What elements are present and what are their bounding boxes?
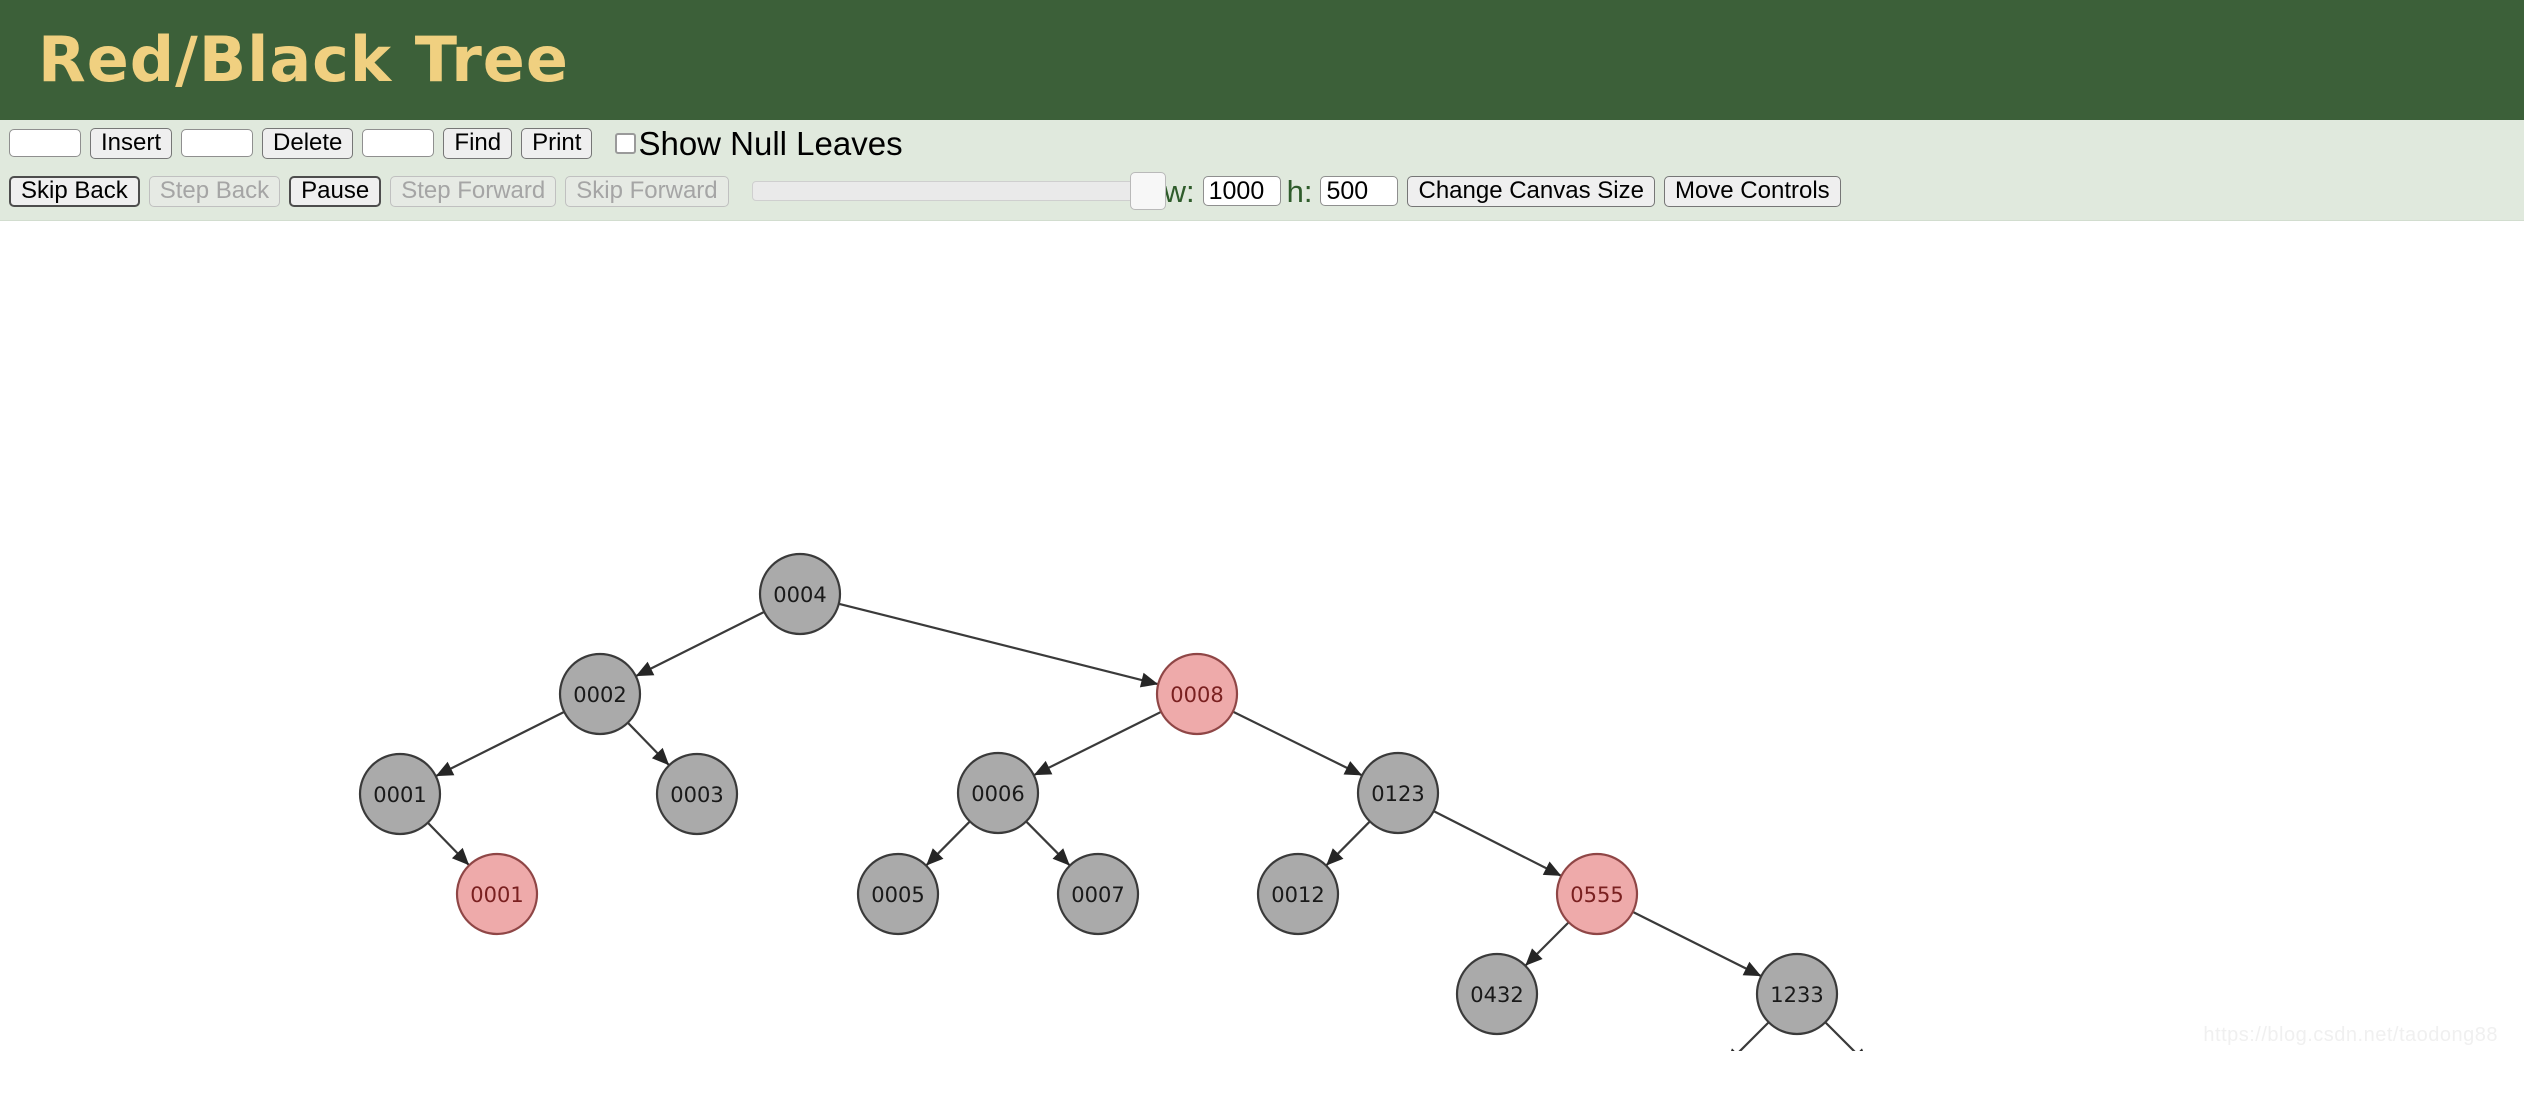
canvas-height-label: h: [1286, 173, 1313, 209]
tree-node[interactable]: 0001 [358, 752, 442, 836]
tree-node[interactable]: 0008 [1155, 652, 1239, 736]
tree-edge-layer [427, 602, 1864, 1051]
tree-edge-arrow-icon [1139, 672, 1159, 688]
controls-row-primary: Insert Delete Find Print Show Null Leave… [0, 120, 2524, 166]
tree-node-label: 0003 [670, 783, 723, 807]
tree-node-label: 0001 [373, 783, 426, 807]
tree-edge [838, 602, 1159, 686]
delete-button[interactable]: Delete [262, 127, 354, 159]
insert-input[interactable] [9, 129, 81, 157]
canvas-width-input[interactable] [1202, 176, 1281, 206]
show-null-leaves-checkbox[interactable] [615, 132, 637, 154]
change-canvas-size-button[interactable]: Change Canvas Size [1407, 175, 1655, 207]
tree-node-label: 0007 [1071, 883, 1124, 907]
skip-back-button[interactable]: Skip Back [9, 175, 140, 207]
watermark-text: https://blog.csdn.net/taodong88 [2203, 1024, 2498, 1046]
step-forward-button[interactable]: Step Forward [390, 175, 557, 207]
tree-node[interactable]: 0006 [956, 751, 1040, 835]
tree-canvas[interactable]: 0004 0002 0001 0001 0003 0008 0006 0005 0007 0123… [0, 221, 2524, 1051]
tree-edge [1033, 710, 1162, 777]
move-controls-button[interactable]: Move Controls [1663, 175, 1841, 207]
tree-node-layer: 0004 0002 0001 0001 0003 0008 0006 0005 0007 0123… [358, 552, 1839, 1036]
tree-node[interactable]: 1233 [1755, 952, 1839, 1036]
find-input[interactable] [362, 129, 435, 157]
tree-node-label: 0432 [1470, 983, 1523, 1007]
step-back-button[interactable]: Step Back [148, 175, 281, 207]
tree-node-label: 0008 [1170, 683, 1223, 707]
pause-button[interactable]: Pause [289, 175, 382, 207]
delete-input[interactable] [181, 129, 254, 157]
show-null-leaves-control[interactable]: Show Null Leaves [615, 124, 903, 162]
app-header: Red/Black Tree [0, 0, 2524, 120]
tree-edge [1632, 910, 1762, 978]
tree-node-label: 0123 [1371, 782, 1424, 806]
tree-node-label: 0004 [773, 583, 826, 607]
tree-edge [1824, 1021, 1856, 1051]
tree-node-label: 1233 [1770, 983, 1823, 1007]
tree-edge [1232, 710, 1363, 777]
tree-node[interactable]: 0012 [1256, 852, 1340, 936]
show-null-leaves-label: Show Null Leaves [638, 124, 903, 162]
tree-node[interactable]: 0003 [655, 752, 739, 836]
canvas-height-input[interactable] [1320, 176, 1399, 206]
tree-node[interactable]: 0001 [455, 852, 539, 936]
tree-node-label: 0002 [573, 683, 626, 707]
red-black-tree-diagram: 0004 0002 0001 0001 0003 0008 0006 0005 0007 0123… [358, 552, 1864, 1051]
tree-edge [635, 610, 765, 678]
canvas-width-label: w: [1163, 173, 1195, 209]
animation-speed-slider-thumb[interactable] [1129, 172, 1166, 210]
insert-button[interactable]: Insert [90, 127, 173, 159]
controls-panel: Insert Delete Find Print Show Null Leave… [0, 120, 2524, 377]
tree-node[interactable]: 0002 [558, 652, 642, 736]
controls-row-playback: Skip Back Step Back Pause Step Forward S… [0, 168, 2524, 214]
find-button[interactable]: Find [443, 127, 513, 159]
print-button[interactable]: Print [521, 127, 593, 159]
animation-speed-slider[interactable] [751, 172, 1166, 210]
tree-edge [1738, 1021, 1770, 1051]
tree-node[interactable]: 0123 [1356, 751, 1440, 835]
tree-edge [435, 710, 565, 778]
page-title: Red/Black Tree [38, 23, 569, 96]
tree-node[interactable]: 0005 [856, 852, 940, 936]
tree-node-label: 0001 [470, 883, 523, 907]
tree-node-label: 0005 [871, 883, 924, 907]
tree-node[interactable]: 0432 [1455, 952, 1539, 1036]
tree-node-label: 0006 [971, 782, 1024, 806]
tree-node[interactable]: 0004 [758, 552, 842, 636]
tree-edge [1433, 810, 1562, 877]
tree-node[interactable]: 0555 [1555, 852, 1639, 936]
tree-node-label: 0012 [1271, 883, 1324, 907]
tree-node[interactable]: 0007 [1056, 852, 1140, 936]
animation-speed-slider-track[interactable] [751, 181, 1152, 201]
tree-node-label: 0555 [1570, 883, 1623, 907]
skip-forward-button[interactable]: Skip Forward [565, 175, 729, 207]
